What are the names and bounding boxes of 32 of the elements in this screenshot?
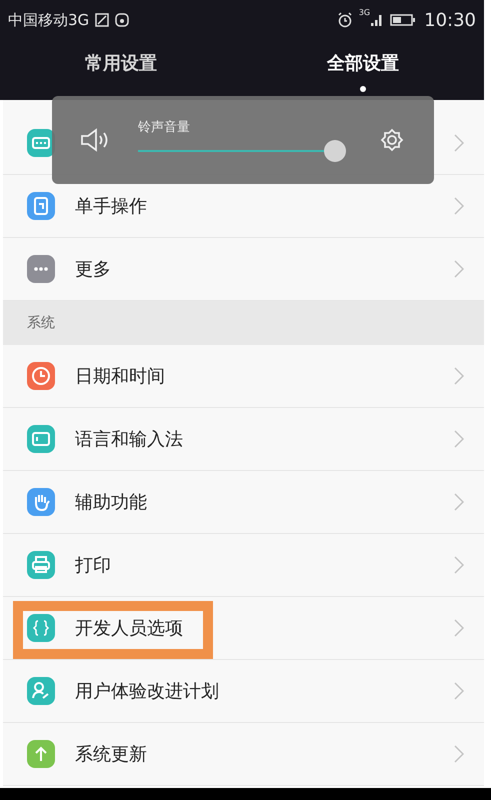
chevron-icon [454,367,464,385]
item-label: 单手操作 [75,195,147,218]
item-label: 辅助功能 [75,491,147,514]
clock-time: 10:30 [424,10,476,30]
settings-icon[interactable] [380,128,404,152]
item-label: 语言和输入法 [75,428,183,451]
carrier-name: 中国移动3G [8,10,90,30]
chevron-icon [454,745,464,763]
image-icon [95,13,110,27]
battery-icon [390,13,416,27]
network-type: 3G [358,8,370,17]
item-label: 更多 [75,258,111,281]
alarm-icon [336,12,353,28]
chevron-icon [454,260,464,278]
chevron-icon [454,556,464,574]
chevron-icon [454,682,464,700]
chevron-icon [454,197,464,215]
item-label: 开发人员选项 [75,617,183,640]
chevron-icon [454,493,464,511]
signal-icon [370,13,384,27]
tab[interactable]: 常用设置 [0,40,242,100]
speaker-icon [80,127,110,153]
volume-label: 铃声音量 [138,119,191,136]
item-label: 用户体验改进计划 [75,680,219,703]
chevron-icon [454,430,464,448]
notification-icon [115,13,130,27]
item-label: 日期和时间 [75,365,165,388]
section-header: 系统 [27,314,55,332]
item-label: 打印 [75,554,111,577]
chevron-icon [454,619,464,637]
item-label: 系统更新 [75,743,147,766]
chevron-icon [454,134,464,152]
